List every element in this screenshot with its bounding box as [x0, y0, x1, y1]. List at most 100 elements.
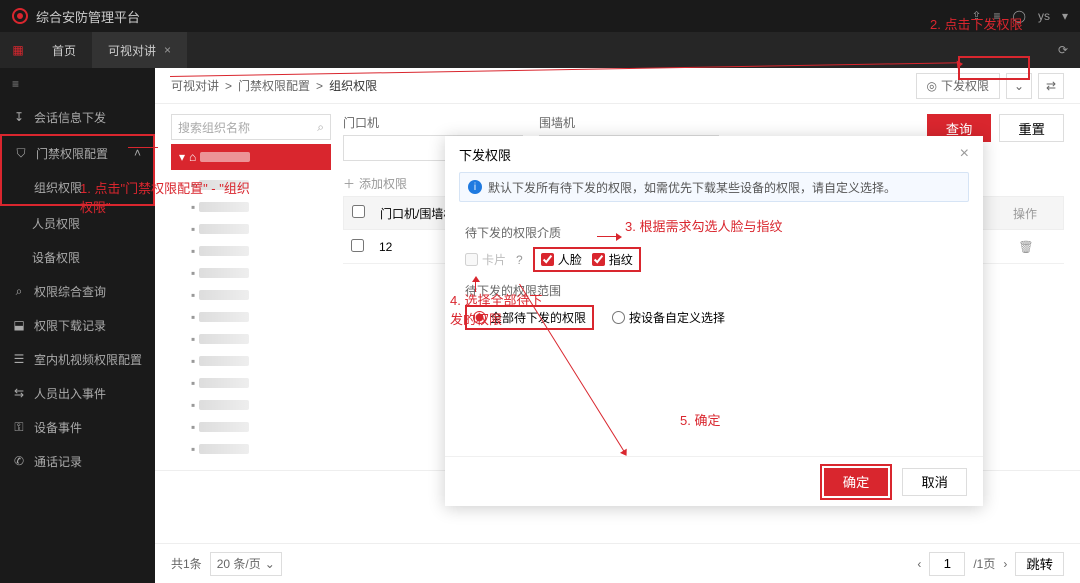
sidebar-item-session[interactable]: ↧会话信息下发 — [0, 100, 155, 134]
help-icon[interactable]: ? — [516, 253, 523, 267]
folder-icon: ▪ — [191, 354, 195, 368]
tree-item[interactable]: ▪ — [171, 328, 331, 350]
checkbox-card[interactable]: 卡片 — [465, 251, 506, 268]
dialog-title: 下发权限 — [459, 145, 511, 164]
sidebar-item-device-perm[interactable]: 设备权限 — [0, 240, 155, 274]
issue-permission-button[interactable]: ◎下发权限 — [916, 73, 1001, 99]
tree-item[interactable]: ▪ — [171, 218, 331, 240]
dialog-info: i 默认下发所有待下发的权限，如需优先下载某些设备的权限，请自定义选择。 — [459, 172, 969, 202]
ok-button[interactable]: 确定 — [824, 468, 889, 496]
folder-icon: ▪ — [191, 288, 195, 302]
tree-item[interactable]: ▪ — [171, 350, 331, 372]
sidebar-item-person-events[interactable]: ⇆人员出入事件 — [0, 376, 155, 410]
breadcrumb: 可视对讲 > 门禁权限配置 > 组织权限 ◎下发权限 ⌄ ⇄ — [155, 68, 1080, 104]
cancel-button[interactable]: 取消 — [902, 468, 967, 496]
row-checkbox[interactable] — [351, 239, 364, 252]
list-icon: ☰ — [12, 352, 26, 366]
reset-button[interactable]: 重置 — [999, 114, 1064, 142]
download-icon: ↧ — [12, 110, 26, 124]
tree-item[interactable]: ▪ — [171, 262, 331, 284]
total-label: 共1条 — [171, 555, 202, 572]
tree-item[interactable]: ▪ — [171, 394, 331, 416]
swap-icon: ⇆ — [12, 386, 26, 400]
door-label: 门口机 — [343, 114, 523, 131]
app-header: 综合安防管理平台 ⇪ ≡ ◯ ys ▾ — [0, 0, 1080, 32]
folder-icon: ▪ — [191, 332, 195, 346]
radio-custom[interactable]: 按设备自定义选择 — [612, 309, 725, 326]
tree-item[interactable]: ▪ — [171, 306, 331, 328]
sidebar-item-indoor-video[interactable]: ☰室内机视频权限配置 — [0, 342, 155, 376]
user-dropdown-icon[interactable]: ▾ — [1062, 9, 1068, 23]
tree-item[interactable]: ▪ — [171, 240, 331, 262]
issue-permission-dialog: 下发权限 × i 默认下发所有待下发的权限，如需优先下载某些设备的权限，请自定义… — [445, 136, 983, 506]
sidebar-item-person-perm[interactable]: 人员权限 — [0, 206, 155, 240]
tree-item[interactable]: ▪ — [171, 438, 331, 460]
tree-item[interactable]: ▪ — [171, 196, 331, 218]
tab-video-intercom[interactable]: 可视对讲 × — [92, 32, 187, 68]
checkbox-face[interactable]: 人脸 — [541, 251, 582, 268]
prev-page-button[interactable]: ‹ — [917, 557, 921, 571]
close-icon[interactable]: × — [960, 145, 969, 163]
folder-icon: ▪ — [191, 442, 195, 456]
chevron-down-icon: ⌄ — [265, 557, 275, 571]
sidebar: ≡ ↧会话信息下发 ⛉门禁权限配置˄ 组织权限 人员权限 设备权限 ⌕权限综合查… — [0, 68, 155, 583]
menu-icon[interactable]: ≡ — [994, 9, 1001, 23]
sidebar-item-device-events[interactable]: ⚿设备事件 — [0, 410, 155, 444]
folder-icon: ▪ — [191, 266, 195, 280]
tab-bar: ▦ 首页 可视对讲 × ⟳ — [0, 32, 1080, 68]
delete-icon[interactable]: 🗑 — [1018, 240, 1033, 254]
org-search-input[interactable]: 搜索组织名称 ⌕ — [171, 114, 331, 140]
pagination: 共1条 20 条/页⌄ ‹ /1页 › 跳转 — [155, 543, 1080, 583]
sidebar-item-access-config[interactable]: ⛉门禁权限配置˄ — [2, 136, 153, 170]
info-icon: i — [468, 180, 482, 194]
dropdown-button[interactable]: ⌄ — [1006, 73, 1032, 99]
breadcrumb-a[interactable]: 可视对讲 — [171, 77, 219, 94]
folder-icon: ▪ — [191, 200, 195, 214]
sidebar-item-org-perm[interactable]: 组织权限 — [2, 170, 153, 204]
sidebar-item-call-log[interactable]: ✆通话记录 — [0, 444, 155, 478]
breadcrumb-c: 组织权限 — [329, 77, 377, 94]
add-permission-button[interactable]: ＋添加权限 — [343, 175, 407, 192]
tree-root[interactable]: ▾⌂ — [171, 144, 331, 170]
folder-icon: ▪ — [191, 420, 195, 434]
tree-item[interactable]: ▪ — [171, 416, 331, 438]
folder-icon: ▪ — [191, 178, 195, 192]
section-media-title: 待下发的权限介质 — [465, 224, 963, 241]
folder-icon: ▪ — [191, 376, 195, 390]
log-icon: ⬓ — [12, 318, 26, 332]
user-icon[interactable]: ◯ — [1013, 9, 1026, 23]
jump-button[interactable]: 跳转 — [1015, 552, 1064, 576]
sidebar-collapse-icon[interactable]: ≡ — [0, 68, 155, 100]
upload-icon[interactable]: ⇪ — [971, 9, 981, 23]
sidebar-item-download-log[interactable]: ⬓权限下载记录 — [0, 308, 155, 342]
next-page-button[interactable]: › — [1003, 557, 1007, 571]
phone-icon: ✆ — [12, 454, 26, 468]
home-icon: ⌂ — [189, 150, 196, 164]
transfer-button[interactable]: ⇄ — [1038, 73, 1064, 99]
apps-grid-icon[interactable]: ▦ — [0, 32, 36, 68]
close-icon[interactable]: × — [164, 43, 171, 57]
tree-item[interactable]: ▪ — [171, 372, 331, 394]
org-tree: 搜索组织名称 ⌕ ▾⌂ ▪ ▪ ▪ ▪ ▪ ▪ ▪ ▪ ▪ ▪ ▪ ▪ — [171, 114, 331, 460]
folder-icon: ▪ — [191, 244, 195, 258]
chevron-up-icon: ˄ — [134, 146, 141, 160]
refresh-icon[interactable]: ⟳ — [1046, 43, 1080, 57]
tree-item[interactable]: ▪ — [171, 174, 331, 196]
tab-home[interactable]: 首页 — [36, 32, 92, 68]
breadcrumb-b[interactable]: 门禁权限配置 — [238, 77, 310, 94]
select-all-checkbox[interactable] — [352, 205, 365, 218]
radio-all[interactable]: 全部待下发的权限 — [473, 309, 586, 326]
logo-icon — [12, 8, 28, 24]
search-icon: ⌕ — [12, 284, 26, 299]
user-name[interactable]: ys — [1038, 9, 1050, 23]
section-scope-title: 待下发的权限范围 — [465, 282, 963, 299]
page-input[interactable] — [929, 552, 965, 576]
device-icon: ⚿ — [12, 420, 26, 435]
sidebar-item-query[interactable]: ⌕权限综合查询 — [0, 274, 155, 308]
tree-item[interactable]: ▪ — [171, 284, 331, 306]
chevron-down-icon: ▾ — [179, 150, 185, 164]
page-size-select[interactable]: 20 条/页⌄ — [210, 552, 282, 576]
search-icon: ⌕ — [317, 120, 324, 135]
grid-icon: ⛉ — [14, 146, 28, 161]
checkbox-finger[interactable]: 指纹 — [592, 251, 633, 268]
